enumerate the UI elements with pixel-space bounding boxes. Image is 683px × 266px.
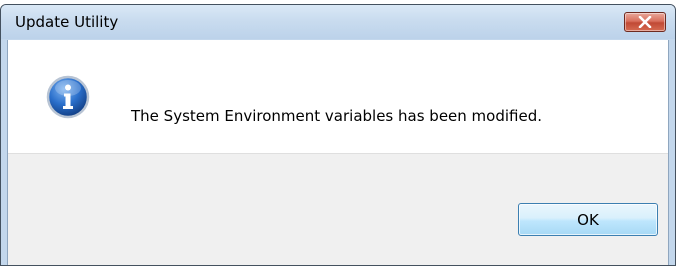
ok-button[interactable]: OK	[518, 203, 658, 236]
window-title: Update Utility	[15, 13, 119, 31]
close-button[interactable]	[624, 12, 666, 32]
info-icon	[46, 75, 90, 119]
message-text: The System Environment variables has bee…	[131, 107, 542, 125]
button-bar: OK	[8, 153, 668, 265]
title-bar[interactable]: Update Utility	[1, 5, 675, 39]
message-area: The System Environment variables has bee…	[8, 40, 668, 153]
dialog-body: The System Environment variables has bee…	[7, 40, 669, 265]
dialog-window: Update Utility The System Environment va…	[0, 4, 676, 266]
close-icon	[638, 13, 652, 32]
